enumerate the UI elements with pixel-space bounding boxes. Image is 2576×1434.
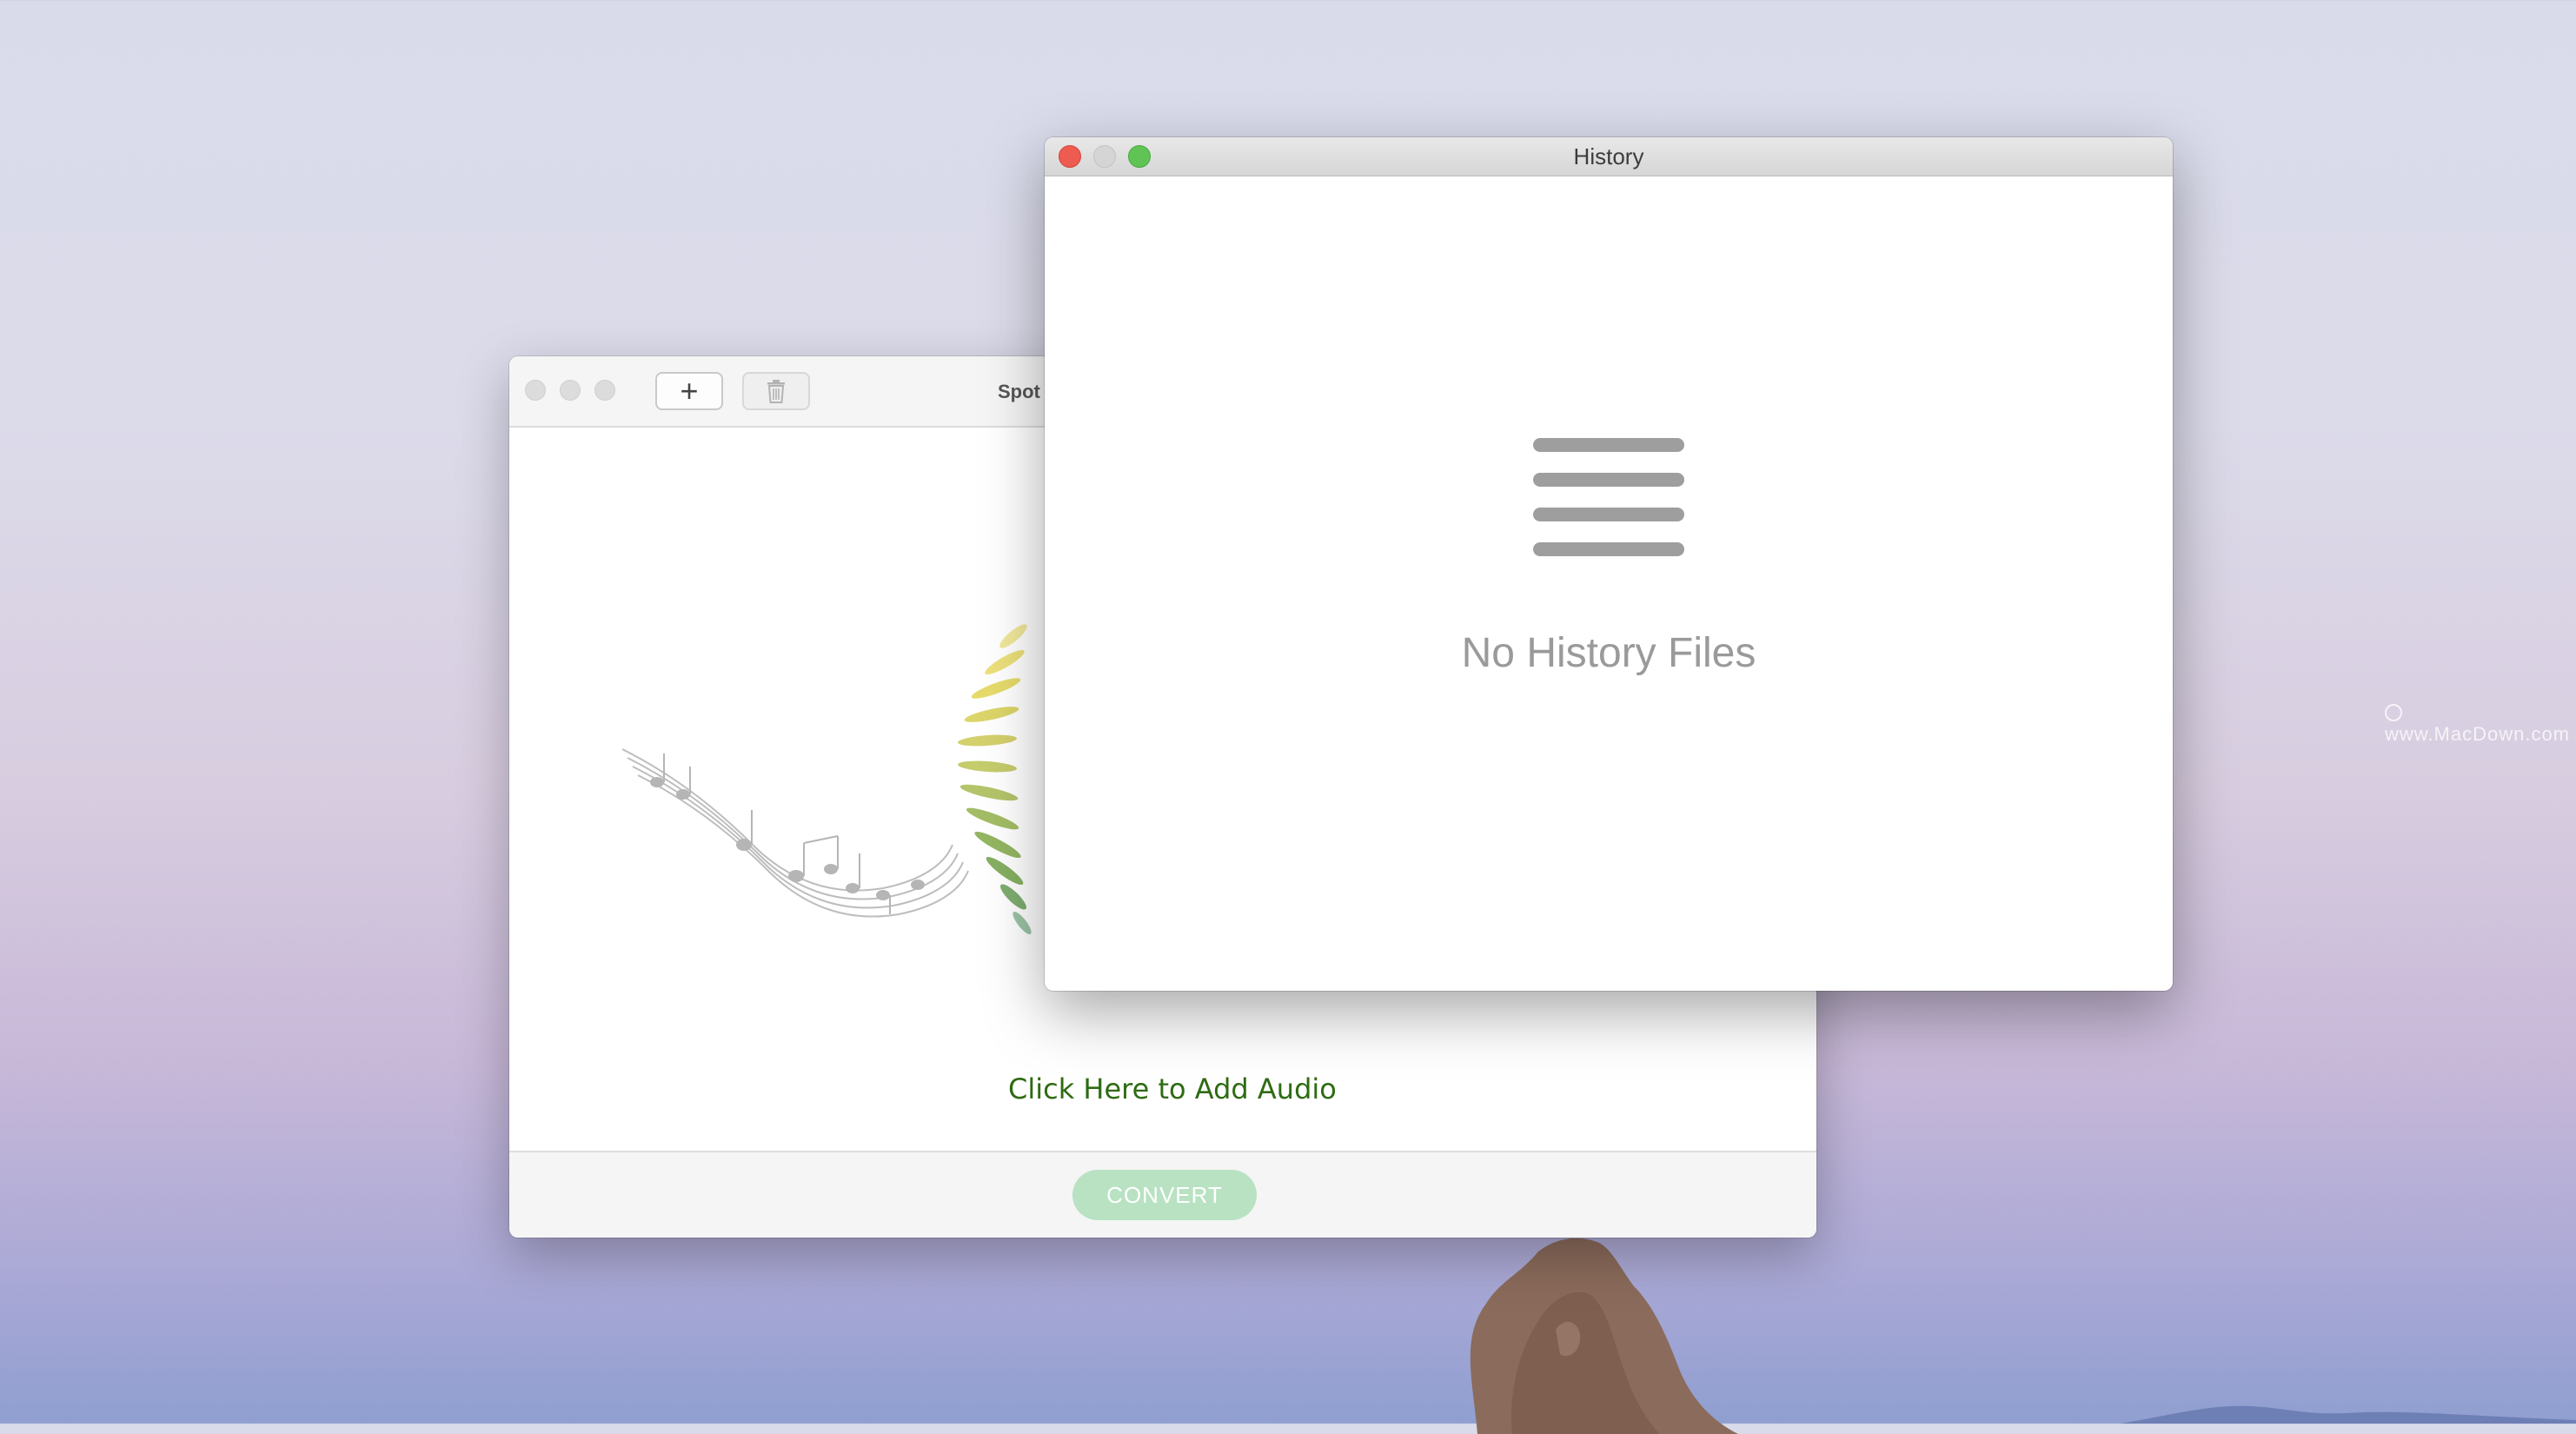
list-icon-line [1533, 508, 1684, 521]
convert-button[interactable]: CONVERT [1072, 1170, 1257, 1220]
sound-wave-illustration [958, 624, 1032, 934]
maximize-button[interactable] [594, 380, 615, 401]
empty-history-message: No History Files [1461, 630, 1756, 676]
delete-button[interactable] [742, 372, 810, 410]
watermark: www.MacDown.com [2385, 700, 2576, 746]
minimize-button[interactable] [560, 380, 581, 401]
desktop-rock-image [1470, 1238, 1738, 1434]
desktop-hills-image [2121, 1405, 2576, 1424]
converter-footer: CONVERT [509, 1151, 1816, 1238]
history-window: History No History Files [1045, 137, 2173, 991]
history-titlebar: History [1045, 137, 2173, 176]
add-button[interactable]: + [655, 372, 723, 410]
add-audio-label[interactable]: Click Here to Add Audio [1008, 1072, 1337, 1105]
plus-icon: + [680, 373, 699, 408]
window-title: Spot [998, 381, 1040, 402]
close-button[interactable] [525, 380, 546, 401]
history-window-title: History [1573, 143, 1644, 169]
list-icon-line [1533, 542, 1684, 556]
list-icon-line [1533, 438, 1684, 452]
watermark-logo-icon [2385, 704, 2402, 722]
trash-icon [767, 380, 785, 403]
watermark-text: www.MacDown.com [2385, 723, 2571, 745]
list-icon [1533, 438, 1684, 560]
list-icon-line [1533, 473, 1684, 487]
